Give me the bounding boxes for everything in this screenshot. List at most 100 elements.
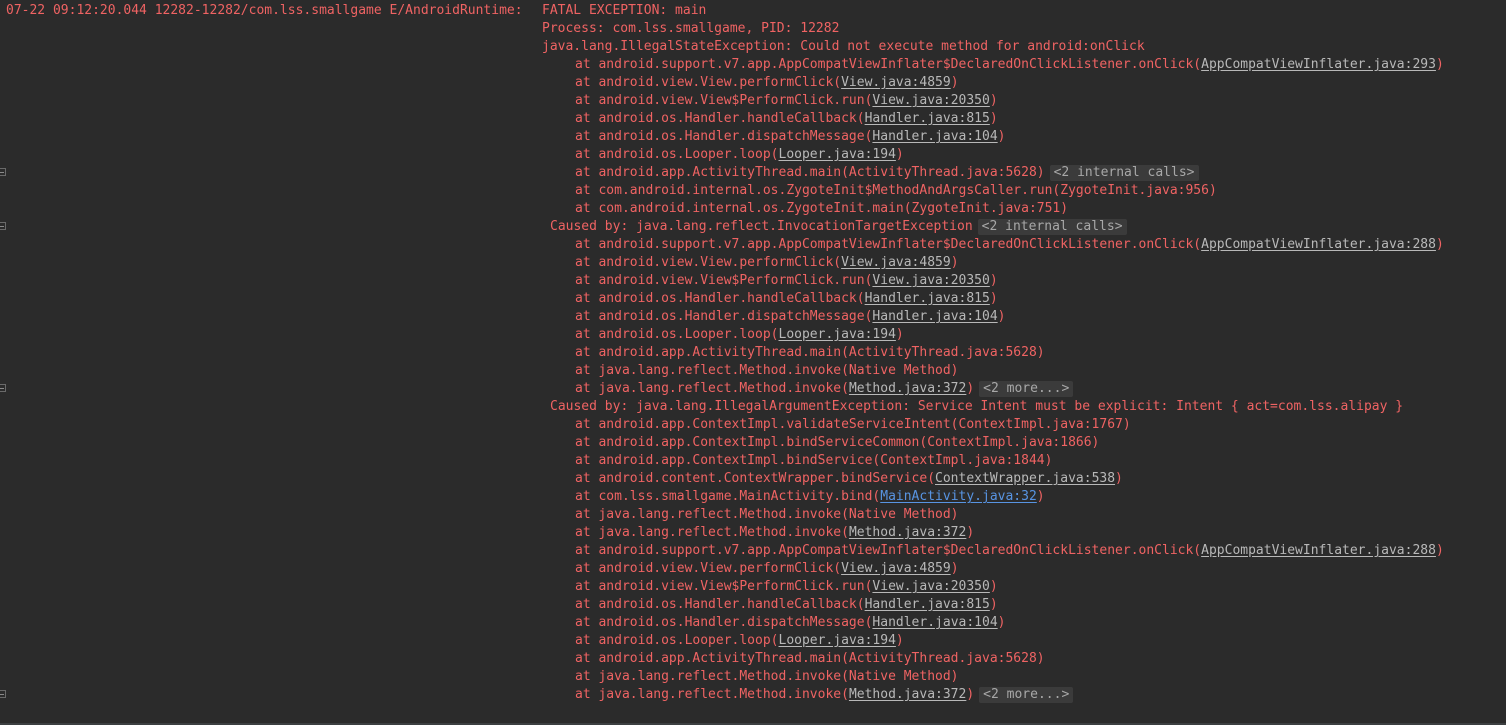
stack-frame-text: at java.lang.reflect.Method.invoke(Nativ… [575, 668, 959, 686]
log-line: at com.android.internal.os.ZygoteInit.ma… [0, 200, 1506, 218]
frame-text: at android.support.v7.app.AppCompatViewI… [575, 57, 1202, 72]
frame-text: at android.app.ContextImpl.validateServi… [575, 417, 1131, 432]
log-line: at java.lang.reflect.Method.invoke(Nativ… [0, 506, 1506, 524]
log-line: at com.android.internal.os.ZygoteInit$Me… [0, 182, 1506, 200]
frame-text: at android.content.ContextWrapper.bindSe… [575, 471, 936, 486]
log-line: at android.os.Handler.dispatchMessage(Ha… [0, 128, 1506, 146]
frame-text: at java.lang.reflect.Method.invoke(Nativ… [575, 507, 959, 522]
log-line: at android.support.v7.app.AppCompatViewI… [0, 236, 1506, 254]
source-link[interactable]: AppCompatViewInflater.java:293 [1201, 57, 1436, 72]
stack-frame-text: at android.os.Handler.dispatchMessage(Ha… [575, 128, 1005, 146]
source-link[interactable]: View.java:20350 [872, 93, 989, 108]
fold-expand-icon[interactable] [0, 384, 6, 392]
frame-close-paren: ) [966, 687, 975, 702]
stack-frame-text: at android.os.Handler.dispatchMessage(Ha… [575, 308, 1005, 326]
frame-text: at android.support.v7.app.AppCompatViewI… [575, 543, 1202, 558]
logcat-console: 07-22 09:12:20.044 12282-12282/com.lss.s… [0, 0, 1506, 725]
source-link[interactable]: View.java:20350 [872, 273, 989, 288]
log-line: Process: com.lss.smallgame, PID: 12282 [0, 20, 1506, 38]
frame-text: at com.lss.smallgame.MainActivity.bind( [575, 489, 881, 504]
fold-expand-icon[interactable] [0, 168, 6, 176]
stack-frame-text: at android.support.v7.app.AppCompatViewI… [575, 236, 1444, 254]
source-link[interactable]: Handler.java:104 [872, 309, 997, 324]
frame-text: at android.view.View.performClick( [575, 75, 842, 90]
frame-close-paren: ) [997, 129, 1006, 144]
source-link[interactable]: Looper.java:194 [779, 327, 896, 342]
frame-text: Caused by: java.lang.IllegalArgumentExce… [550, 399, 1404, 414]
frame-text: at android.os.Looper.loop( [575, 633, 779, 648]
log-line: at java.lang.reflect.Method.invoke(Nativ… [0, 668, 1506, 686]
source-link[interactable]: Method.java:372 [849, 687, 966, 702]
source-link[interactable]: Handler.java:815 [865, 111, 990, 126]
log-line: at android.os.Handler.dispatchMessage(Ha… [0, 614, 1506, 632]
source-link[interactable]: View.java:4859 [841, 255, 951, 270]
source-link[interactable]: AppCompatViewInflater.java:288 [1201, 543, 1436, 558]
exception-line-text: java.lang.IllegalStateException: Could n… [542, 38, 1145, 56]
caused-by-line-text: Caused by: java.lang.reflect.InvocationT… [550, 218, 1127, 236]
source-link[interactable]: Looper.java:194 [779, 633, 896, 648]
frame-text: at android.os.Looper.loop( [575, 327, 779, 342]
frame-close-paren: ) [989, 291, 998, 306]
frame-close-paren: ) [1435, 543, 1444, 558]
frame-close-paren: ) [997, 615, 1006, 630]
stack-frame-text: at android.app.ActivityThread.main(Activ… [575, 164, 1199, 182]
stack-frame-text: at com.android.internal.os.ZygoteInit$Me… [575, 182, 1217, 200]
frame-text: java.lang.IllegalStateException: Could n… [542, 39, 1145, 54]
source-link[interactable]: Handler.java:815 [865, 291, 990, 306]
log-prefix: 07-22 09:12:20.044 12282-12282/com.lss.s… [6, 3, 531, 18]
stack-frame-text: at android.os.Handler.handleCallback(Han… [575, 596, 998, 614]
stack-frame-text: at android.os.Handler.handleCallback(Han… [575, 290, 998, 308]
frame-text: at android.os.Handler.dispatchMessage( [575, 615, 873, 630]
source-link[interactable]: MainActivity.java:32 [880, 489, 1037, 504]
frame-close-paren: ) [1435, 237, 1444, 252]
source-link[interactable]: Method.java:372 [849, 381, 966, 396]
stack-frame-text: at android.view.View$PerformClick.run(Vi… [575, 272, 998, 290]
stack-frame-text: at java.lang.reflect.Method.invoke(Metho… [575, 524, 974, 542]
source-link[interactable]: View.java:20350 [872, 579, 989, 594]
log-line: 07-22 09:12:20.044 12282-12282/com.lss.s… [0, 2, 1506, 20]
source-link[interactable]: Handler.java:815 [865, 597, 990, 612]
source-link[interactable]: View.java:4859 [841, 75, 951, 90]
source-link[interactable]: Looper.java:194 [779, 147, 896, 162]
frame-text: at java.lang.reflect.Method.invoke( [575, 525, 849, 540]
frame-text: at java.lang.reflect.Method.invoke( [575, 381, 849, 396]
frame-close-paren: ) [966, 525, 975, 540]
source-link[interactable]: Method.java:372 [849, 525, 966, 540]
frame-text: at android.view.View$PerformClick.run( [575, 579, 873, 594]
stack-frame-text: at java.lang.reflect.Method.invoke(Metho… [575, 686, 1074, 704]
stack-frame-text: at android.view.View.performClick(View.j… [575, 254, 959, 272]
stack-frame-text: at android.os.Handler.dispatchMessage(Ha… [575, 614, 1005, 632]
fold-marker[interactable]: <2 internal calls> [1049, 165, 1199, 181]
stack-frame-text: at android.support.v7.app.AppCompatViewI… [575, 56, 1444, 74]
stack-frame-text: at android.view.View$PerformClick.run(Vi… [575, 578, 998, 596]
log-line: at android.app.ActivityThread.main(Activ… [0, 164, 1506, 182]
log-line: at android.app.ActivityThread.main(Activ… [0, 344, 1506, 362]
fold-expand-icon[interactable] [0, 690, 6, 698]
log-line: at android.view.View.performClick(View.j… [0, 560, 1506, 578]
frame-text: at android.view.View.performClick( [575, 561, 842, 576]
log-line: at android.support.v7.app.AppCompatViewI… [0, 542, 1506, 560]
fold-marker[interactable]: <2 more...> [979, 687, 1074, 703]
log-line: at android.app.ContextImpl.validateServi… [0, 416, 1506, 434]
frame-text: at android.view.View$PerformClick.run( [575, 273, 873, 288]
source-link[interactable]: Handler.java:104 [872, 615, 997, 630]
frame-close-paren: ) [989, 93, 998, 108]
source-link[interactable]: View.java:4859 [841, 561, 951, 576]
frame-close-paren: ) [1036, 489, 1045, 504]
caused-by-line-text: Caused by: java.lang.IllegalArgumentExce… [550, 398, 1403, 416]
stack-frame-text: at android.app.ContextImpl.bindService(C… [575, 452, 1052, 470]
log-line: at com.lss.smallgame.MainActivity.bind(M… [0, 488, 1506, 506]
stack-frame-text: at android.view.View.performClick(View.j… [575, 560, 959, 578]
fold-marker[interactable]: <2 internal calls> [977, 219, 1127, 235]
log-line: at android.view.View.performClick(View.j… [0, 254, 1506, 272]
source-link[interactable]: Handler.java:104 [872, 129, 997, 144]
fold-expand-icon[interactable] [0, 222, 6, 230]
log-line: at android.os.Looper.loop(Looper.java:19… [0, 326, 1506, 344]
source-link[interactable]: ContextWrapper.java:538 [935, 471, 1115, 486]
fold-marker[interactable]: <2 more...> [979, 381, 1074, 397]
log-line: at android.os.Handler.handleCallback(Han… [0, 290, 1506, 308]
log-line: Caused by: java.lang.IllegalArgumentExce… [0, 398, 1506, 416]
frame-close-paren: ) [950, 255, 959, 270]
source-link[interactable]: AppCompatViewInflater.java:288 [1201, 237, 1436, 252]
frame-close-paren: ) [989, 111, 998, 126]
